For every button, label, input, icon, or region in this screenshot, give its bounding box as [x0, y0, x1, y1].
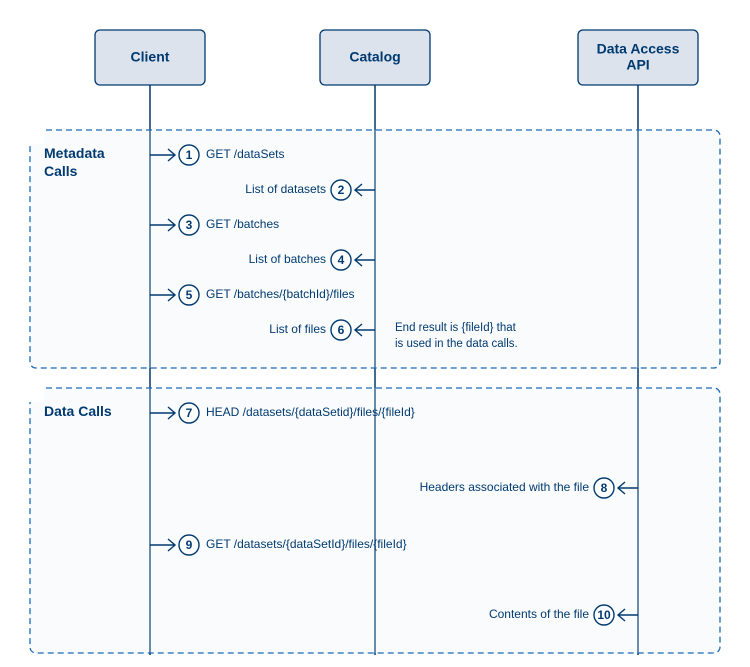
step-4-label: List of batches [249, 252, 326, 266]
svg-text:10: 10 [597, 608, 611, 622]
frame-data: Data Calls [24, 382, 720, 653]
frame-metadata: Metadata Calls [24, 124, 720, 368]
svg-text:6: 6 [338, 323, 345, 337]
step-10-label: Contents of the file [489, 607, 589, 621]
frame-metadata-title-2: Calls [44, 163, 78, 179]
step-9-label: GET /datasets/{dataSetId}/files/{fileId} [206, 537, 407, 551]
svg-text:8: 8 [601, 481, 608, 495]
svg-text:9: 9 [186, 538, 193, 552]
frame-metadata-title-1: Metadata [44, 145, 105, 161]
step-3-label: GET /batches [206, 217, 279, 231]
actor-client-label: Client [131, 49, 170, 65]
svg-text:2: 2 [338, 183, 345, 197]
svg-text:5: 5 [186, 288, 193, 302]
actor-data-access-api-label2: API [626, 57, 649, 73]
svg-text:3: 3 [186, 218, 193, 232]
step-2-label: List of datasets [245, 182, 326, 196]
step-7-label: HEAD /datasets/{dataSetid}/files/{fileId… [206, 405, 415, 419]
svg-text:is used in the data calls.: is used in the data calls. [395, 338, 518, 350]
svg-text:1: 1 [186, 148, 193, 162]
sequence-diagram: Client Catalog Data Access API Metadata … [0, 0, 750, 667]
actor-data-access-api-label1: Data Access [597, 41, 680, 57]
svg-text:4: 4 [338, 253, 345, 267]
frame-data-title: Data Calls [44, 403, 112, 419]
svg-text:End result is {fileId} that: End result is {fileId} that [395, 322, 517, 334]
actor-catalog-label: Catalog [349, 49, 400, 65]
svg-text:7: 7 [186, 406, 193, 420]
step-5-label: GET /batches/{batchId}/files [206, 287, 355, 301]
step-8-label: Headers associated with the file [420, 480, 590, 494]
step-1-label: GET /dataSets [206, 147, 285, 161]
step-6-label: List of files [269, 322, 326, 336]
